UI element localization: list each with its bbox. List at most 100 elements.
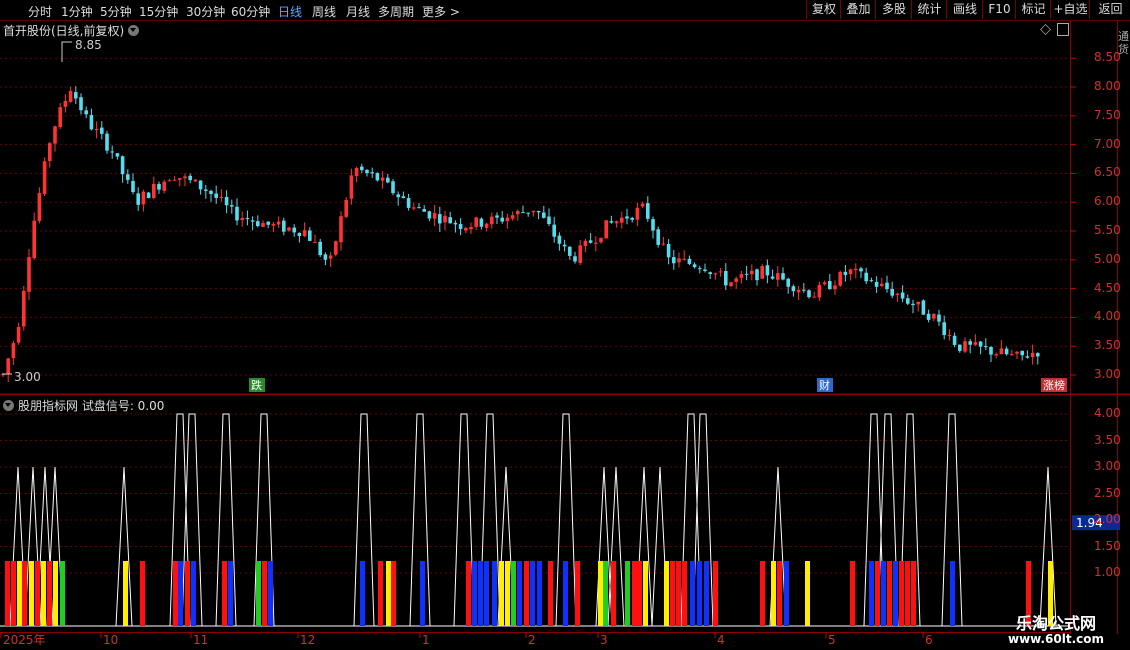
toolbar-button-5[interactable]: F10: [982, 0, 1016, 19]
candle-body: [235, 206, 239, 221]
timeframe-6[interactable]: 日线: [278, 3, 302, 20]
candle-body: [162, 181, 166, 191]
candle-body: [370, 172, 374, 174]
candle-body: [973, 342, 978, 345]
candle-body: [547, 216, 551, 225]
candle-body: [74, 92, 78, 99]
timeframe-8[interactable]: 月线: [346, 3, 370, 20]
toolbar-button-1[interactable]: 叠加: [840, 0, 876, 19]
signal-bar: [35, 561, 40, 626]
timeframe-10[interactable]: 更多 >: [422, 3, 460, 20]
candle-body: [620, 217, 624, 223]
signal-bar: [771, 561, 776, 626]
watermark-url: www.60lt.com: [1007, 632, 1105, 646]
candle-body: [583, 240, 588, 247]
signal-bar: [664, 561, 669, 626]
candle-body: [921, 300, 926, 315]
signal-bar: [704, 561, 709, 626]
price-axis-label: 7.00: [1094, 136, 1121, 151]
candle-body: [178, 178, 182, 180]
candle-body: [594, 242, 598, 244]
signal-bar: [625, 561, 630, 626]
timeframe-7[interactable]: 周线: [312, 3, 336, 20]
price-axis-label: 8.00: [1094, 79, 1121, 93]
signal-bar: [643, 561, 648, 626]
toolbar-button-2[interactable]: 多股: [875, 0, 912, 19]
time-axis-label: 11: [193, 633, 208, 647]
candle-body: [58, 107, 62, 128]
timeframe-3[interactable]: 15分钟: [139, 3, 178, 20]
event-marker[interactable]: 涨榜: [1041, 378, 1067, 392]
candle-body: [609, 221, 614, 223]
candle-body: [328, 255, 333, 259]
indicator-axis-label: 4.00: [1094, 406, 1121, 420]
toolbar-button-6[interactable]: 标记: [1015, 0, 1051, 19]
candle-body: [651, 219, 655, 231]
toolbar-button-7[interactable]: +自选: [1050, 0, 1090, 19]
timeframe-2[interactable]: 5分钟: [100, 3, 132, 20]
candle-body: [614, 221, 619, 224]
signal-bar: [611, 561, 616, 626]
signal-bar: [228, 561, 233, 626]
signal-bar: [881, 561, 886, 626]
candle-body: [427, 211, 432, 219]
candle-body: [484, 223, 489, 228]
candle-body: [744, 273, 749, 275]
time-axis-label: 2: [528, 633, 536, 647]
candle-body: [250, 220, 255, 222]
toolbar-button-0[interactable]: 复权: [806, 0, 841, 19]
candle-body: [391, 181, 395, 194]
time-axis-label: 12: [300, 633, 315, 647]
timeframe-0[interactable]: 分时: [28, 3, 52, 20]
candle-body: [22, 290, 26, 327]
candle-body: [536, 210, 541, 213]
signal-bar: [420, 561, 425, 626]
signal-bar: [505, 561, 510, 626]
signal-bar: [537, 561, 542, 626]
signal-bar: [123, 561, 128, 626]
candle-body: [380, 177, 385, 181]
candle-body: [687, 258, 692, 264]
candle-body: [770, 276, 775, 279]
candle-body: [755, 269, 759, 281]
candle-body: [354, 167, 359, 177]
candle-body: [911, 303, 915, 306]
candle-body: [438, 214, 442, 224]
toolbar-button-4[interactable]: 画线: [946, 0, 983, 19]
candle-body: [453, 222, 458, 225]
timeframe-4[interactable]: 30分钟: [186, 3, 225, 20]
candle-body: [120, 156, 125, 175]
candle-body: [230, 205, 234, 207]
timeframe-1[interactable]: 1分钟: [61, 3, 93, 20]
toolbar-button-8[interactable]: 返回: [1089, 0, 1130, 19]
candle-body: [932, 313, 936, 319]
candle-body: [188, 175, 192, 181]
signal-bar: [950, 561, 955, 626]
candle-body: [339, 216, 343, 243]
event-marker[interactable]: 财: [817, 378, 833, 392]
candle-body: [500, 217, 504, 222]
time-axis-label: 4: [717, 633, 725, 647]
candle-body: [833, 285, 837, 290]
time-axis-label: 6: [925, 633, 933, 647]
candle-body: [578, 245, 582, 263]
candle-body: [105, 133, 109, 151]
candle-body: [349, 175, 354, 199]
timeframe-9[interactable]: 多周期: [378, 3, 414, 20]
timeframe-5[interactable]: 60分钟: [231, 3, 270, 20]
candle-body: [776, 273, 780, 280]
candle-body: [552, 224, 556, 237]
candle-body: [256, 221, 260, 227]
candle-body: [308, 230, 312, 241]
candle-body: [796, 289, 801, 293]
candle-body: [224, 196, 229, 206]
toolbar-button-3[interactable]: 统计: [911, 0, 947, 19]
candle-body: [344, 199, 348, 217]
signal-bar: [22, 561, 27, 626]
candle-body: [68, 90, 73, 102]
candle-body: [16, 326, 21, 343]
candle-body: [895, 293, 900, 296]
signal-bar: [598, 561, 603, 626]
candle-body: [916, 301, 920, 305]
event-marker[interactable]: 跌: [249, 378, 265, 392]
